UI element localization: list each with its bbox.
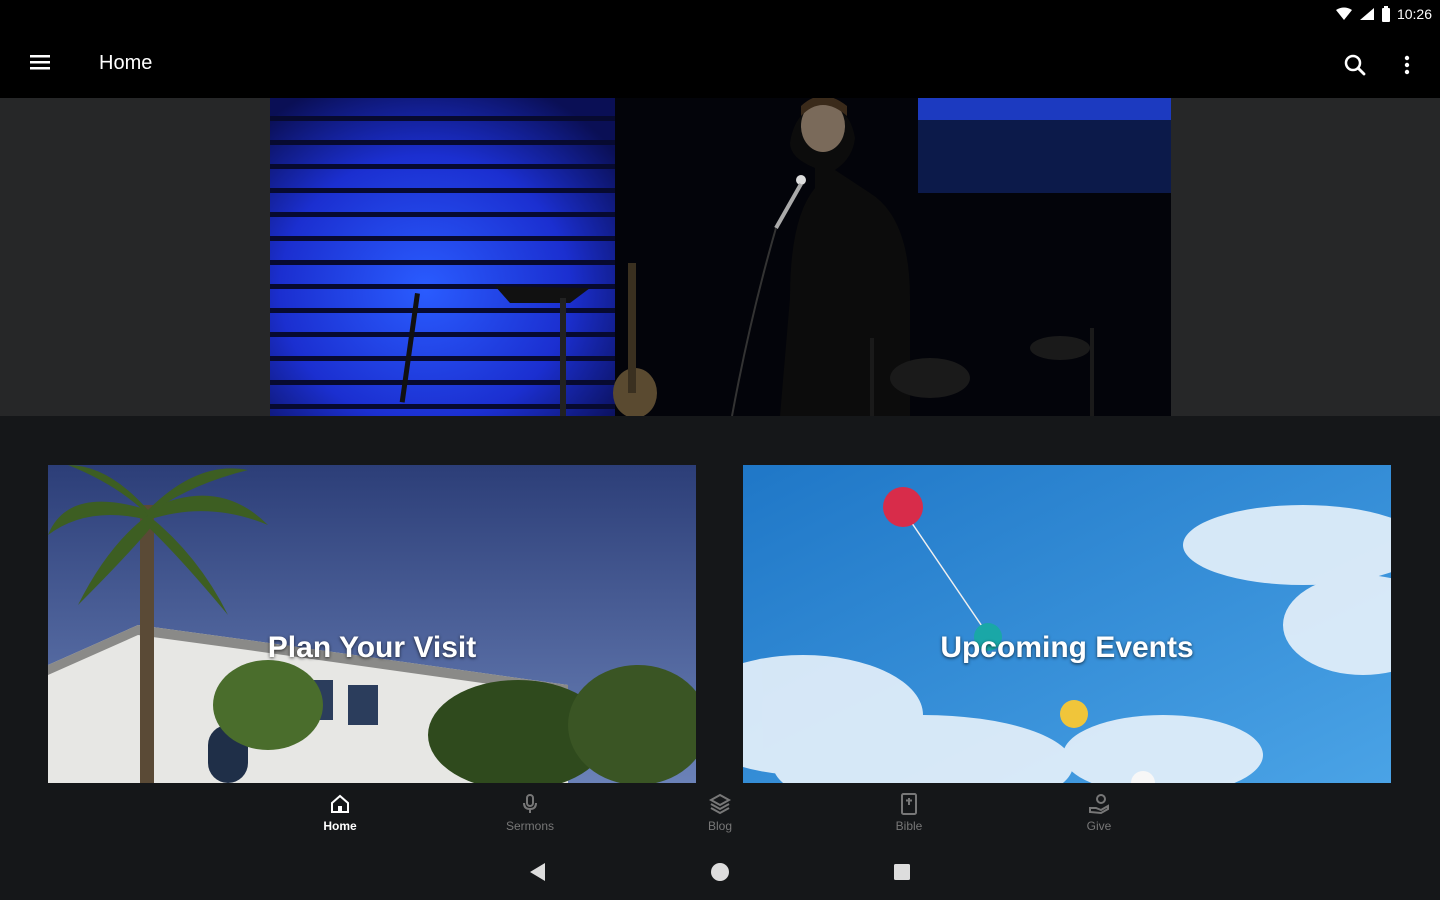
system-home-button[interactable]: [708, 860, 732, 884]
plan-your-visit-card[interactable]: Plan Your Visit: [48, 465, 696, 783]
status-time: 10:26: [1396, 6, 1432, 22]
nav-label-give: Give: [1086, 819, 1112, 833]
nav-label-home: Home: [323, 819, 357, 833]
nav-item-bible[interactable]: Bible: [859, 792, 959, 840]
nav-label-bible: Bible: [895, 819, 923, 833]
book-icon: [901, 793, 917, 815]
bottom-navigation: Home Sermons Blog Bible Give: [0, 784, 1440, 844]
recents-square-icon: [894, 864, 910, 880]
upcoming-events-image: [743, 465, 1391, 783]
nav-item-blog[interactable]: Blog: [670, 792, 770, 840]
nav-label-blog: Blog: [707, 819, 733, 833]
hamburger-menu-icon: [30, 55, 50, 70]
cell-signal-icon: [1359, 8, 1374, 20]
back-triangle-icon: [530, 863, 545, 881]
more-vert-icon: [1404, 55, 1410, 75]
upcoming-events-card[interactable]: Upcoming Events: [743, 465, 1391, 783]
system-recents-button[interactable]: [890, 860, 914, 884]
app-bar: Home: [0, 28, 1440, 98]
hero-image[interactable]: [270, 98, 1171, 416]
home-icon: [331, 794, 349, 813]
search-icon: [1344, 54, 1366, 76]
layers-icon: [708, 793, 732, 815]
give-hand-icon: [1089, 794, 1109, 815]
upcoming-events-label: Upcoming Events: [940, 631, 1194, 664]
nav-item-home[interactable]: Home: [290, 792, 390, 840]
battery-icon: [1381, 6, 1390, 22]
home-circle-icon: [711, 863, 729, 881]
system-navigation-bar: [0, 844, 1440, 900]
search-button[interactable]: [1338, 48, 1372, 82]
plan-your-visit-image: [48, 465, 696, 783]
plan-your-visit-label: Plan Your Visit: [267, 631, 477, 664]
nav-item-give[interactable]: Give: [1049, 792, 1149, 840]
nav-item-sermons[interactable]: Sermons: [480, 792, 580, 840]
page-title: Home: [99, 52, 153, 74]
system-back-button[interactable]: [526, 860, 550, 884]
more-options-button[interactable]: [1392, 48, 1422, 82]
status-icons: 10:26: [1335, 4, 1432, 24]
menu-button[interactable]: [24, 50, 58, 76]
nav-label-sermons: Sermons: [505, 819, 555, 833]
wifi-icon: [1335, 7, 1352, 20]
microphone-icon: [523, 794, 537, 813]
status-bar: 10:26: [0, 0, 1440, 28]
